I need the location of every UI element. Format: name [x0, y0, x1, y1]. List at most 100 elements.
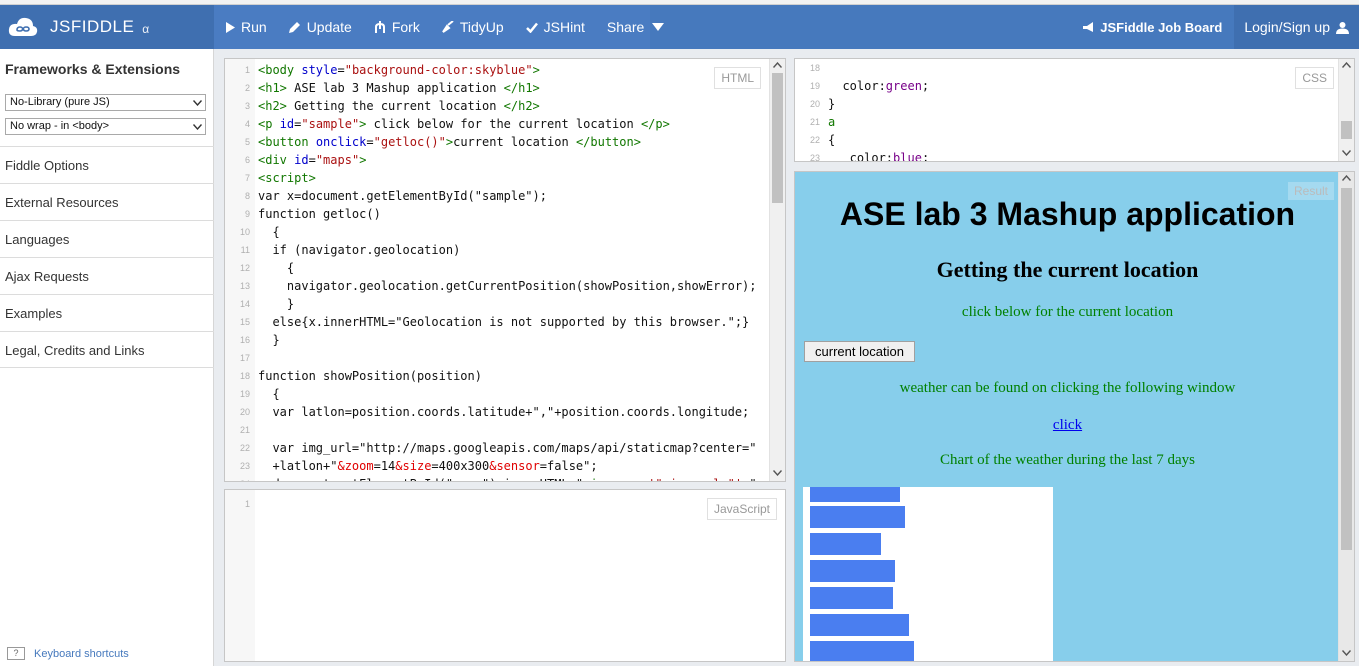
wrap-select-value: No wrap - in <body>	[10, 120, 110, 132]
user-icon	[1336, 21, 1349, 34]
line-number: 20	[239, 407, 250, 417]
result-scroll-thumb[interactable]	[1341, 188, 1352, 550]
jshint-label: JSHint	[543, 19, 585, 35]
code-text: function showPosition(position)	[258, 369, 482, 383]
library-select[interactable]: No-Library (pure JS)	[5, 94, 206, 111]
sidebar-title: Frameworks & Extensions	[5, 61, 181, 77]
code-text: }	[828, 97, 836, 111]
code-text: a	[828, 115, 836, 129]
html-scroll-thumb[interactable]	[772, 73, 783, 203]
line-number: 13	[239, 281, 250, 291]
line-number: 21	[239, 425, 250, 435]
chart-bar	[810, 533, 881, 555]
fork-icon	[374, 21, 385, 33]
fork-button[interactable]: Fork	[363, 5, 431, 49]
share-label: Share	[606, 19, 645, 35]
scroll-down-icon	[773, 470, 782, 476]
html-panel-label: HTML	[714, 67, 761, 89]
library-select-value: No-Library (pure JS)	[10, 96, 110, 108]
scroll-down-icon	[1342, 650, 1351, 656]
login-button[interactable]: Login/Sign up	[1234, 5, 1359, 49]
sidebar: Frameworks & Extensions No-Library (pure…	[0, 49, 214, 666]
line-number: 1	[244, 65, 250, 75]
share-button[interactable]: Share	[596, 5, 675, 49]
result-paragraph-sample: click below for the current location	[961, 304, 1174, 320]
chart-bar	[810, 641, 914, 661]
line-number: 9	[244, 209, 250, 219]
html-scrollbar[interactable]	[769, 59, 785, 481]
run-label: Run	[241, 19, 267, 35]
job-board-link[interactable]: JSFiddle Job Board	[1071, 5, 1234, 49]
css-scrollbar[interactable]	[1338, 59, 1354, 161]
scroll-up-icon	[773, 62, 782, 68]
code-text: {	[828, 133, 836, 147]
scroll-down-icon	[1342, 150, 1351, 156]
css-scroll-thumb[interactable]	[1341, 121, 1352, 139]
code-text: var x=document.getElementById("sample");	[258, 189, 547, 203]
update-button[interactable]: Update	[278, 5, 363, 49]
code-text: <div id="maps">	[258, 153, 367, 167]
code-text: <body style="background-color:skyblue">	[258, 63, 540, 77]
current-location-button[interactable]: current location	[804, 341, 915, 362]
tidyup-label: TidyUp	[459, 19, 504, 35]
line-number: 23	[809, 153, 820, 162]
code-text: +latlon+"&zoom=14&size=400x300&sensor=fa…	[258, 459, 598, 473]
html-editor[interactable]: 1 <body style="background-color:skyblue">…	[224, 58, 786, 482]
sidebar-item-ajax-requests[interactable]: Ajax Requests	[0, 257, 214, 294]
scroll-up-icon	[1342, 62, 1351, 68]
keyboard-shortcuts-key: ?	[7, 647, 25, 660]
line-number: 22	[239, 443, 250, 453]
megaphone-icon	[1083, 21, 1094, 32]
line-number: 24	[225, 479, 250, 481]
code-text: <h2> Getting the current location </h2>	[258, 99, 540, 113]
line-number: 1	[244, 499, 250, 509]
line-number: 7	[244, 173, 250, 183]
line-number: 10	[239, 227, 250, 237]
top-header: JSFIDDLE α Run Update Fork TidyUp JSHint…	[0, 5, 1359, 49]
login-label: Login/Sign up	[1244, 19, 1330, 35]
code-text: <p id="sample"> click below for the curr…	[258, 117, 670, 131]
weather-link[interactable]: click	[795, 417, 1340, 434]
update-label: Update	[306, 19, 352, 35]
line-number: 14	[239, 299, 250, 309]
line-number: 17	[239, 353, 250, 363]
chart-bar	[810, 506, 905, 528]
css-editor[interactable]: 18 19 color:green; 20} 21 a 22 {23 color:blue;…	[794, 58, 1355, 162]
sidebar-item-languages[interactable]: Languages	[0, 220, 214, 257]
line-number: 18	[239, 371, 250, 381]
keyboard-shortcuts-link[interactable]: ? Keyboard shortcuts	[7, 647, 129, 660]
sidebar-item-legal[interactable]: Legal, Credits and Links	[0, 331, 214, 368]
code-text: document.getElementById("maps").innerHTM…	[258, 477, 763, 481]
result-scrollbar[interactable]	[1338, 172, 1354, 661]
line-number: 18	[809, 63, 820, 73]
sidebar-item-external-resources[interactable]: External Resources	[0, 183, 214, 220]
code-text: {	[258, 387, 280, 401]
fork-label: Fork	[391, 19, 420, 35]
job-board-label: JSFiddle Job Board	[1100, 19, 1223, 35]
js-gutter	[225, 490, 255, 661]
line-number: 2	[244, 83, 250, 93]
pencil-icon	[288, 22, 300, 33]
run-button[interactable]: Run	[214, 5, 278, 49]
code-text: function getloc()	[258, 207, 381, 221]
tidyup-button[interactable]: TidyUp	[431, 5, 515, 49]
result-paragraph-weather: weather can be found on clicking the fol…	[899, 380, 1236, 396]
check-icon	[525, 22, 538, 33]
logo[interactable]: JSFIDDLE α	[0, 5, 214, 49]
cloud-logo-icon	[8, 17, 38, 36]
result-paragraph-chart: Chart of the weather during the last 7 d…	[940, 452, 1195, 468]
js-editor[interactable]: 1 JavaScript	[224, 489, 786, 662]
code-text: color:blue;	[828, 151, 930, 162]
sidebar-item-fiddle-options[interactable]: Fiddle Options	[0, 146, 214, 183]
line-number: 5	[244, 137, 250, 147]
line-number: 21	[809, 117, 820, 127]
code-text: color:green;	[828, 79, 930, 93]
line-number: 20	[809, 99, 820, 109]
wrap-select[interactable]: No wrap - in <body>	[5, 118, 206, 135]
sidebar-item-examples[interactable]: Examples	[0, 294, 214, 331]
result-panel: Result ASE lab 3 Mashup application Gett…	[794, 171, 1355, 662]
line-number: 19	[239, 389, 250, 399]
jshint-button[interactable]: JSHint	[515, 5, 596, 49]
line-number: 19	[809, 81, 820, 91]
broom-icon	[442, 21, 454, 33]
